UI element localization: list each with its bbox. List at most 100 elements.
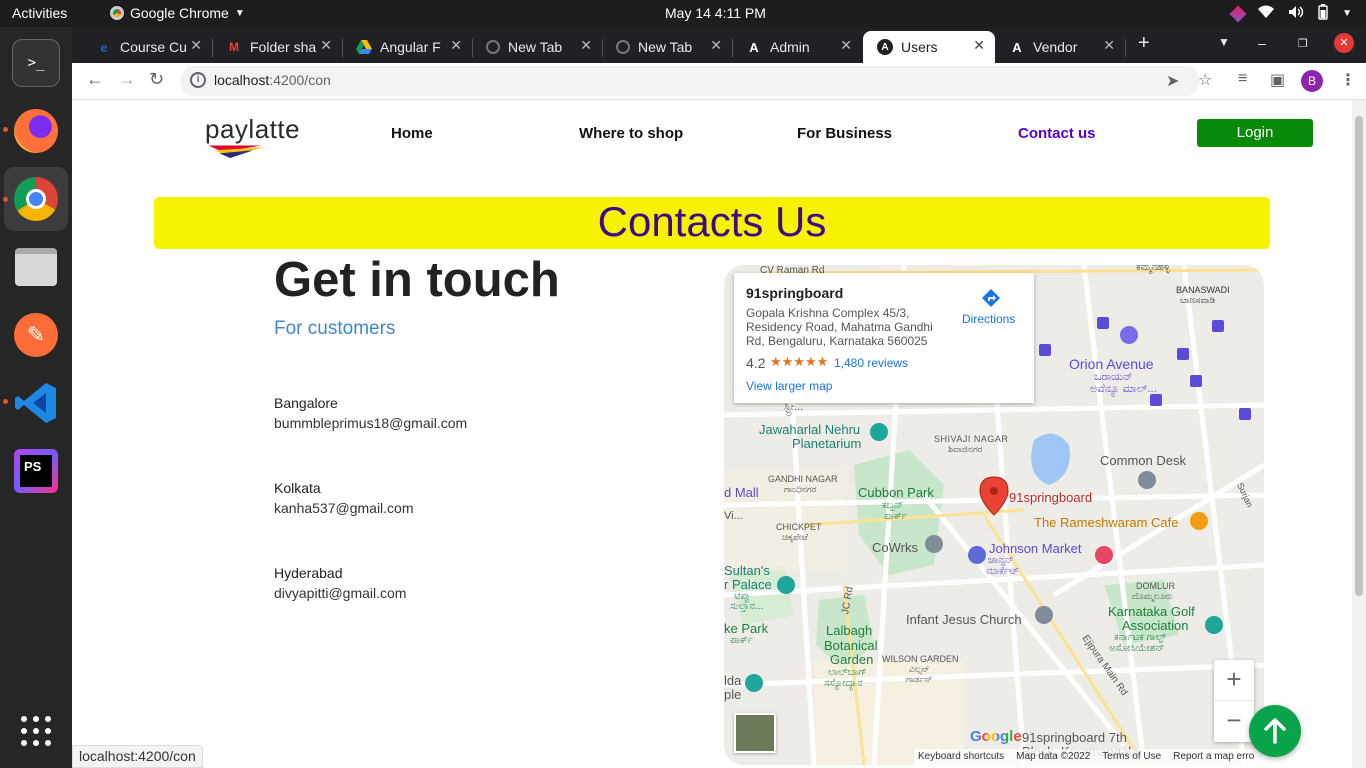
zoom-in-button[interactable]: + [1214, 660, 1254, 701]
bookmark-star-icon[interactable]: ☆ [1198, 70, 1212, 90]
place-name: 91springboard [746, 285, 844, 301]
reload-button[interactable]: ↻ [149, 69, 164, 90]
gmail-icon: M [229, 40, 239, 54]
address-bar[interactable]: i localhost:4200/con ➤ [180, 66, 1200, 96]
phpstorm-icon[interactable]: PS [12, 447, 60, 495]
running-indicator [3, 197, 8, 202]
chevron-down-icon: ▼ [234, 7, 245, 19]
system-tray[interactable]: ▼ [1229, 4, 1352, 23]
tab-course[interactable]: e Course Cu ✕ [82, 31, 212, 63]
map-label: Lalbagh [826, 623, 873, 638]
close-icon[interactable]: ✕ [840, 37, 852, 54]
files-icon[interactable] [12, 243, 60, 291]
map-label: SHIVAJI NAGAR [934, 434, 1009, 444]
terms-link[interactable]: Terms of Use [1102, 749, 1161, 765]
volume-icon [1288, 5, 1304, 22]
address-url: localhost:4200/con [214, 72, 331, 88]
postman-icon[interactable]: ✎ [12, 311, 60, 359]
map-label: ಶಿವಾಜಿನಗರ [948, 444, 983, 454]
tab-search-icon[interactable]: ▼ [1218, 35, 1230, 49]
send-icon[interactable]: ➤ [1166, 71, 1179, 91]
side-panel-icon[interactable]: ▣ [1270, 70, 1285, 90]
nav-for-business[interactable]: For Business [797, 125, 892, 142]
battery-icon [1318, 4, 1328, 23]
app-menu[interactable]: Google Chrome ▼ [110, 5, 245, 21]
kebab-menu-icon[interactable]: ⋮ [1340, 70, 1356, 90]
satellite-toggle[interactable] [734, 713, 776, 753]
tab-label: New Tab [508, 39, 563, 55]
close-icon[interactable]: ✕ [450, 37, 462, 54]
tab-new-2[interactable]: New Tab ✕ [602, 31, 732, 63]
paylatte-logo[interactable]: paylatte [205, 114, 301, 158]
logo-text: paylatte [205, 114, 301, 144]
close-icon[interactable]: ✕ [710, 37, 722, 54]
firefox-icon[interactable] [12, 107, 60, 155]
report-error-link[interactable]: Report a map erro [1173, 749, 1254, 765]
rating-stars-icon: ★★★★★ [770, 354, 829, 369]
close-icon[interactable]: ✕ [1103, 37, 1115, 54]
google-map-embed[interactable]: CV Raman Rd ಕಮ್ಮನಹಳ್ಳಿ BANASWADI ಬಾಣಸವಾಡ… [724, 265, 1264, 765]
map-label: Infant Jesus Church [906, 612, 1022, 627]
customers-subheading: For customers [274, 318, 396, 339]
scroll-to-top-button[interactable] [1249, 705, 1301, 757]
nav-home[interactable]: Home [391, 125, 433, 142]
terminal-icon[interactable]: >_ [12, 39, 60, 87]
tab-users[interactable]: A Users ✕ [863, 31, 995, 63]
profile-avatar[interactable]: B [1301, 70, 1323, 92]
map-label: ple [724, 687, 742, 702]
e-icon: e [100, 39, 108, 55]
vscode-icon[interactable] [12, 379, 60, 427]
place-address: Gopala Krishna Complex 45/3, Residency R… [746, 306, 933, 348]
maximize-button[interactable]: ❐ [1298, 37, 1308, 50]
contact-city: Bangalore [274, 395, 338, 411]
tab-label: Course Cu [120, 39, 187, 55]
minimize-button[interactable]: – [1258, 35, 1266, 51]
back-button[interactable]: ← [86, 69, 104, 90]
show-applications-icon[interactable] [12, 707, 60, 755]
info-icon[interactable]: i [190, 72, 206, 88]
map-label: Planetarium [792, 436, 862, 451]
close-icon[interactable]: ✕ [320, 37, 332, 54]
nav-where-to-shop[interactable]: Where to shop [579, 125, 683, 142]
map-label: BANASWADI [1176, 285, 1230, 295]
tab-label: Admin [770, 39, 810, 55]
tab-folder[interactable]: M Folder sha ✕ [212, 31, 342, 63]
login-button[interactable]: Login [1197, 119, 1313, 147]
chrome-dock-icon[interactable] [12, 175, 60, 223]
directions-link[interactable]: Directions [962, 312, 1015, 326]
map-label: Karnataka Golf [1108, 604, 1195, 619]
tab-new-1[interactable]: New Tab ✕ [472, 31, 602, 63]
tab-angular[interactable]: Angular F ✕ [342, 31, 472, 63]
contact-city: Kolkata [274, 480, 321, 496]
directions-icon[interactable] [980, 287, 1002, 309]
close-icon[interactable]: ✕ [580, 37, 592, 54]
close-icon[interactable]: ✕ [190, 37, 202, 54]
reviews-link[interactable]: 1,480 reviews [834, 356, 908, 370]
tab-label: Angular F [380, 39, 441, 55]
map-label: Orion Avenue [1069, 356, 1154, 372]
clock[interactable]: May 14 4:11 PM [665, 5, 766, 21]
forward-button[interactable]: → [118, 69, 136, 90]
map-label: ಚಿಕ್ಕಪೇಟೆ [782, 532, 808, 542]
contact-email: bummbleprimus18@gmail.com [274, 415, 468, 431]
scrollbar-thumb[interactable] [1355, 116, 1363, 596]
contact-email: divyapitti@gmail.com [274, 585, 407, 601]
new-tab-button[interactable]: + [1138, 32, 1150, 55]
tab-vendor[interactable]: A Vendor ✕ [995, 31, 1125, 63]
view-larger-map-link[interactable]: View larger map [746, 379, 832, 393]
map-label: Cubbon Park [858, 485, 934, 500]
nav-contact-us[interactable]: Contact us [1018, 125, 1096, 142]
page-scrollbar[interactable] [1352, 100, 1366, 768]
reading-list-icon[interactable]: ≡ [1238, 70, 1247, 88]
tab-admin[interactable]: A Admin ✕ [732, 31, 862, 63]
map-label: ಜಾನ್ಸನ್ [988, 555, 1014, 566]
keyboard-shortcuts-link[interactable]: Keyboard shortcuts [918, 749, 1004, 765]
power-menu-chevron-icon: ▼ [1342, 8, 1352, 19]
map-marker-label[interactable]: 91springboard [1009, 490, 1092, 505]
close-icon[interactable]: ✕ [973, 37, 985, 54]
contact-email: kanha537@gmail.com [274, 500, 414, 516]
activities-button[interactable]: Activities [12, 5, 67, 21]
zoom-out-button[interactable]: − [1214, 701, 1254, 742]
map-label: ಕಮ್ಮನಹಳ್ಳಿ [1136, 265, 1170, 273]
window-close-button[interactable]: ✕ [1334, 33, 1354, 53]
